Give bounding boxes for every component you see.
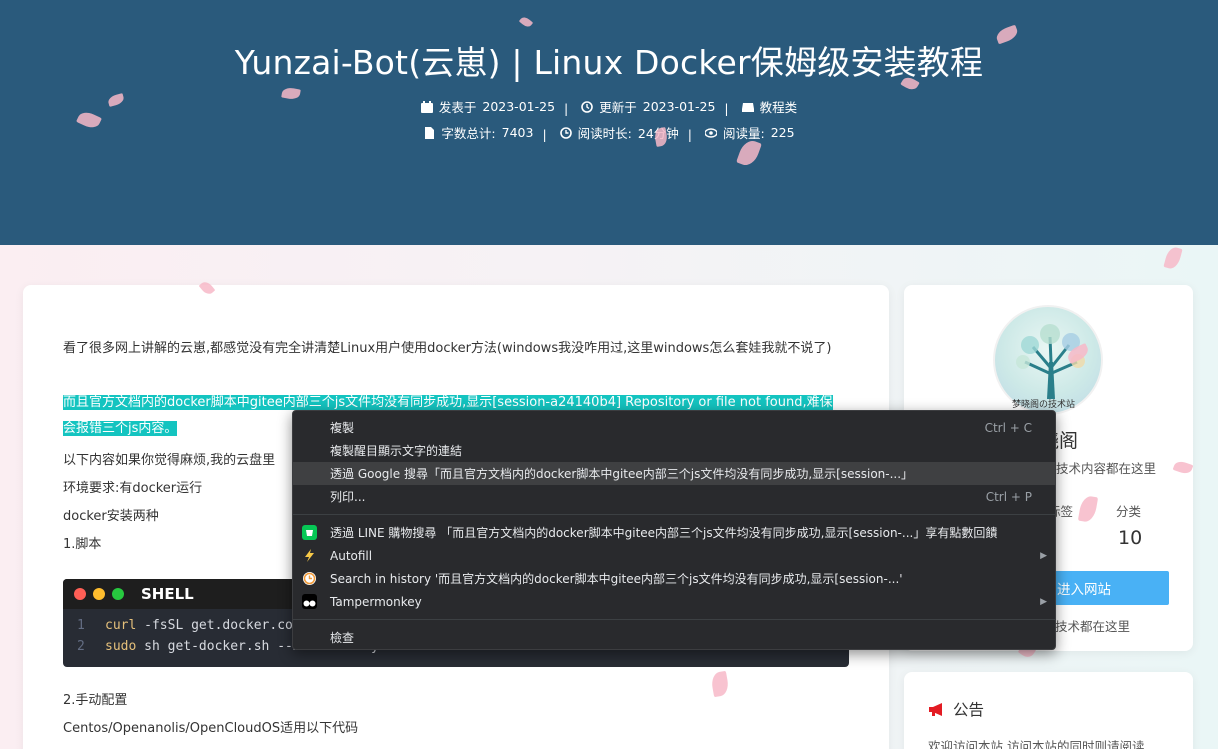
author-description: 技术内容都在这里 [1056, 461, 1157, 476]
menu-item-copy[interactable]: 複製 Ctrl + C [293, 416, 1055, 439]
views-count: 225 [770, 125, 795, 140]
clock-icon [559, 126, 572, 139]
category-link[interactable]: 教程类 [760, 97, 798, 116]
published-date: 2023-01-25 [482, 99, 556, 114]
code-command: sudo [105, 639, 137, 654]
author-footer-text: 技术都在这里 [1055, 619, 1131, 634]
line-shopping-icon [302, 525, 317, 540]
post-meta-row-1: 发表于 2023-01-25 | 更新于 2023-01-25 | 教程类 [0, 97, 1218, 116]
autofill-icon [305, 549, 314, 562]
updated-label: 更新于 [599, 100, 637, 115]
stat-label-categories[interactable]: 分类 [1116, 501, 1141, 520]
post-meta-row-2: 字数总计: 7403 | 阅读时长: 24分钟 | 阅读量: 225 [0, 123, 1218, 142]
submenu-arrow-icon: ▶ [1040, 550, 1047, 561]
menu-item-search-history[interactable]: Search in history '而且官方文档内的docker脚本中gite… [293, 567, 1055, 590]
views-label: 阅读量: [722, 126, 765, 141]
paragraph-cloud: 以下内容如果你觉得麻烦,我的云盘里 [63, 453, 276, 468]
menu-item-label: 複製 [330, 421, 355, 435]
menu-item-label: 複製醒目顯示文字的連結 [330, 444, 463, 458]
menu-item-print[interactable]: 列印... Ctrl + P [293, 485, 1055, 508]
menu-item-autofill[interactable]: Autofill ▶ [293, 544, 1055, 567]
menu-item-label: Autofill [330, 548, 373, 563]
menu-item-label: Search in history '而且官方文档内的docker脚本中gite… [330, 572, 903, 586]
word-count: 7403 [501, 125, 534, 140]
paragraph-centos: Centos/Openanolis/OpenCloudOS适用以下代码 [63, 721, 359, 736]
announcement-text: 欢迎访问本站,访问本站的同时则请阅读 [928, 739, 1145, 749]
menu-item-label: 檢查 [330, 631, 355, 645]
calendar-icon [420, 100, 433, 113]
inbox-icon [741, 102, 754, 112]
announcement-card: 公告 欢迎访问本站,访问本站的同时则请阅读 [904, 672, 1193, 749]
tampermonkey-icon [302, 594, 317, 609]
enter-site-button-label: 进入网站 [1057, 582, 1111, 598]
line-number: 1 [77, 618, 85, 633]
menu-item-inspect[interactable]: 檢查 [293, 626, 1055, 649]
maximize-dot-icon [112, 588, 124, 600]
announcement-heading: 公告 [928, 698, 984, 720]
enter-site-button[interactable]: 进入网站 [1047, 571, 1169, 605]
menu-item-label: Tampermonkey [330, 594, 422, 609]
history-icon [581, 100, 594, 113]
history-search-icon [303, 572, 316, 585]
paragraph-env: 环境要求:有docker运行 [63, 481, 203, 496]
menu-item-label: 列印... [330, 490, 366, 504]
menu-item-search-google[interactable]: 透過 Google 搜尋「而且官方文档内的docker脚本中gitee内部三个j… [293, 462, 1055, 485]
post-header: Yunzai-Bot(云崽) | Linux Docker保姆级安装教程 发表于… [0, 0, 1218, 245]
menu-separator [293, 619, 1055, 620]
post-title: Yunzai-Bot(云崽) | Linux Docker保姆级安装教程 [234, 43, 984, 82]
line-number: 2 [77, 639, 85, 654]
code-language: SHELL [141, 585, 194, 603]
published-label: 发表于 [438, 100, 477, 115]
shortcut-label: Ctrl + C [984, 420, 1032, 435]
menu-item-copy-highlight-link[interactable]: 複製醒目顯示文字的連結 [293, 439, 1055, 462]
submenu-arrow-icon: ▶ [1040, 596, 1047, 607]
menu-item-label: 透過 Google 搜尋「而且官方文档内的docker脚本中gitee内部三个j… [330, 467, 914, 481]
word-count-label: 字数总计: [441, 126, 496, 141]
shortcut-label: Ctrl + P [985, 489, 1032, 504]
updated-date: 2023-01-25 [642, 99, 716, 114]
paragraph-manual: 2.手动配置 [63, 693, 128, 708]
paragraph-intro: 看了很多网上讲解的云崽,都感觉没有完全讲清楚Linux用户使用docker方法(… [63, 341, 832, 356]
menu-item-label: 透過 LINE 購物搜尋 「而且官方文档内的docker脚本中gitee内部三个… [330, 526, 998, 540]
paragraph-script: 1.脚本 [63, 537, 102, 552]
selected-text-line-1[interactable]: 而且官方文档内的docker脚本中gitee内部三个js文件均没有同步成功,显示… [63, 395, 833, 410]
paragraph-install-methods: docker安装两种 [63, 509, 159, 524]
avatar-caption: 梦晓阁の技术站 [1012, 400, 1076, 410]
stat-value-categories[interactable]: 10 [1118, 527, 1142, 549]
file-word-icon [425, 126, 435, 139]
menu-separator [293, 514, 1055, 515]
menu-item-line-shopping[interactable]: 透過 LINE 購物搜尋 「而且官方文档内的docker脚本中gitee内部三个… [293, 521, 1055, 544]
eye-icon [704, 127, 717, 138]
context-menu: 複製 Ctrl + C 複製醒目顯示文字的連結 透過 Google 搜尋「而且官… [292, 410, 1056, 650]
close-dot-icon [74, 588, 86, 600]
read-time-label: 阅读时长: [577, 126, 632, 141]
bullhorn-icon [929, 702, 942, 716]
code-command: curl [105, 618, 137, 633]
announcement-title: 公告 [953, 701, 985, 719]
minimize-dot-icon [93, 588, 105, 600]
selected-text-line-2[interactable]: 会报错三个js内容。 [63, 421, 178, 436]
menu-item-tampermonkey[interactable]: Tampermonkey ▶ [293, 590, 1055, 613]
